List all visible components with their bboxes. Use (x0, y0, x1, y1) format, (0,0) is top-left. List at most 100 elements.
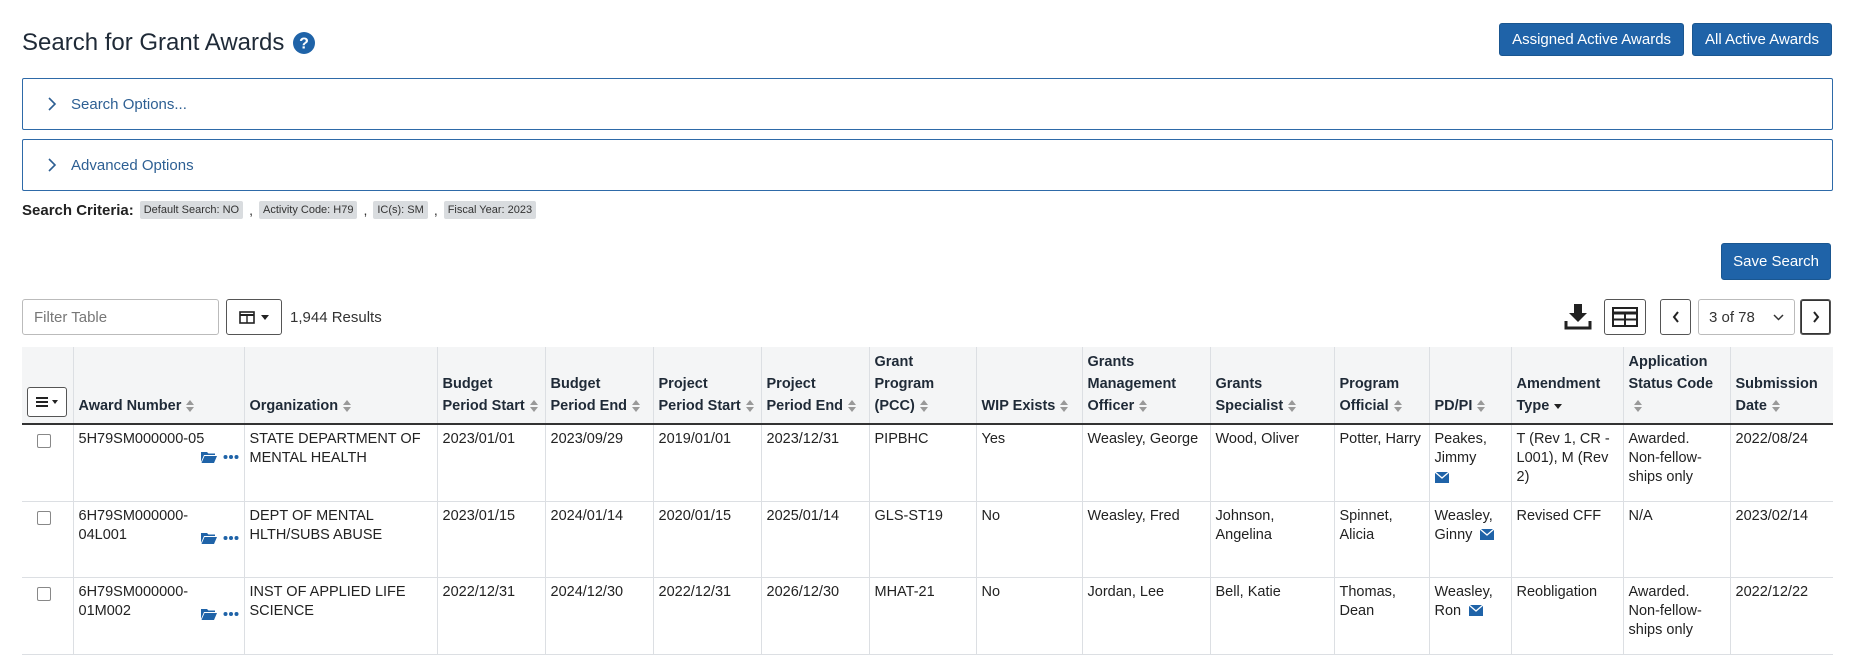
row-select-cell (22, 577, 74, 655)
organization-cell: STATE DEPARTMENT OF MENTAL HEALTH (244, 424, 438, 502)
folder-open-icon[interactable] (200, 607, 217, 621)
award-number: 5H79SM000000-05 (78, 431, 205, 447)
column-header[interactable]: Amendment Type (1511, 347, 1624, 425)
criteria-separator: , (433, 202, 438, 218)
row-menu-header (22, 347, 74, 425)
chevron-right-icon (1812, 311, 1819, 323)
column-header[interactable]: Grants Management Officer (1082, 347, 1211, 425)
table-header-row: Award Number Organization Budget Period … (22, 347, 1833, 425)
sort-desc-icon (1554, 404, 1563, 410)
ellipsis-icon[interactable] (223, 531, 239, 545)
question-circle-icon[interactable]: ? (292, 31, 316, 55)
grants-specialist-cell: Wood, Oliver (1210, 424, 1335, 502)
page-select[interactable]: 3 of 78 (1698, 299, 1795, 335)
column-view-dropdown[interactable] (226, 299, 282, 335)
amendment-type-cell: Reobligation (1511, 577, 1624, 655)
table-grid-icon (1612, 307, 1638, 327)
column-header[interactable]: Project Period Start (653, 347, 762, 425)
wip-exists-cell: No (976, 501, 1083, 578)
column-header[interactable]: Organization (244, 347, 438, 425)
column-header-label: WIP Exists (981, 398, 1056, 414)
program-official-cell: Spinnet, Alicia (1334, 501, 1430, 578)
caret-down-icon (261, 314, 269, 320)
envelope-icon[interactable] (1434, 471, 1449, 483)
column-header[interactable]: Grant Program (PCC) (869, 347, 977, 425)
folder-open-icon[interactable] (200, 531, 217, 545)
sort-icon (1060, 400, 1069, 413)
search-criteria-label: Search Criteria: (22, 201, 134, 219)
award-number-cell: 6H79SM000000-04L001 (73, 501, 245, 578)
row-checkbox[interactable] (37, 586, 51, 601)
envelope-icon[interactable] (1469, 605, 1484, 617)
project-period-start-cell: 2022/12/31 (653, 577, 762, 655)
sort-icon (919, 400, 928, 413)
previous-page-button[interactable] (1660, 299, 1691, 335)
budget-period-end-cell: 2023/09/29 (545, 424, 654, 502)
awards-table: Award Number Organization Budget Period … (22, 347, 1833, 655)
project-period-end-cell: 2023/12/31 (761, 424, 870, 502)
sort-icon (1771, 400, 1780, 413)
row-checkbox[interactable] (37, 510, 51, 525)
column-header[interactable]: WIP Exists (976, 347, 1083, 425)
column-header[interactable]: Program Official (1334, 347, 1430, 425)
ellipsis-icon[interactable] (223, 450, 239, 464)
column-header[interactable]: Application Status Code (1623, 347, 1731, 425)
column-header-label: Project Period Start (658, 376, 741, 414)
download-icon[interactable] (1563, 301, 1593, 331)
submission-date-cell: 2023/02/14 (1730, 501, 1833, 578)
criteria-chip: Default Search: NO (139, 201, 244, 219)
column-header[interactable]: PD/PI (1429, 347, 1512, 425)
table-layout-button[interactable] (1604, 299, 1646, 335)
sort-icon (1139, 400, 1148, 413)
pdpi-cell: Weasley, Ginny (1429, 501, 1512, 578)
program-official-cell: Thomas, Dean (1334, 577, 1430, 655)
project-period-end-cell: 2026/12/30 (761, 577, 870, 655)
sort-icon (745, 400, 754, 413)
column-header[interactable]: Budget Period End (545, 347, 654, 425)
grant-program-cell: GLS-ST19 (869, 501, 977, 578)
next-page-button[interactable] (1800, 299, 1831, 335)
folder-open-icon[interactable] (200, 450, 217, 464)
table-row: 6H79SM000000-01M002 INST OF APPLIED LIFE… (22, 577, 1833, 655)
column-header[interactable]: Award Number (73, 347, 245, 425)
award-number-wrap: 6H79SM000000-04L001 (79, 507, 239, 545)
column-header-label: Organization (249, 398, 339, 414)
sort-icon (1393, 400, 1402, 413)
award-number-cell: 5H79SM000000-05 (73, 424, 245, 502)
save-search-button[interactable]: Save Search (1721, 243, 1831, 280)
criteria-chip: Fiscal Year: 2023 (443, 201, 537, 219)
filter-table-input[interactable] (22, 299, 219, 335)
search-options-accordion[interactable]: Search Options... (22, 78, 1833, 130)
search-criteria: Search Criteria: Default Search: NO , Ac… (22, 201, 537, 219)
envelope-icon[interactable] (1480, 529, 1495, 541)
pdpi-name: Peakes, Jimmy (1434, 431, 1487, 466)
budget-period-start-cell: 2023/01/01 (437, 424, 546, 502)
row-actions-menu-button[interactable] (27, 387, 67, 417)
budget-period-start-cell: 2022/12/31 (437, 577, 546, 655)
row-checkbox[interactable] (37, 434, 51, 448)
hamburger-icon (36, 397, 48, 407)
column-header[interactable]: Project Period End (761, 347, 870, 425)
all-active-awards-button[interactable]: All Active Awards (1692, 23, 1832, 56)
column-header[interactable]: Grants Specialist (1210, 347, 1335, 425)
pdpi-cell: Peakes, Jimmy (1429, 424, 1512, 502)
column-header[interactable]: Budget Period Start (437, 347, 546, 425)
application-status-cell: Awarded. Non-fellow-ships only (1623, 424, 1731, 502)
criteria-separator: , (363, 202, 368, 218)
column-header-label: Program Official (1339, 376, 1400, 414)
results-count: 1,944 Results (290, 309, 382, 326)
column-header-label: Project Period End (766, 376, 844, 414)
ellipsis-icon[interactable] (223, 607, 239, 621)
row-actions (200, 607, 239, 621)
gmo-cell: Weasley, Fred (1082, 501, 1211, 578)
sort-icon (1633, 400, 1642, 413)
wip-exists-cell: No (976, 577, 1083, 655)
column-header[interactable]: Submission Date (1730, 347, 1833, 425)
project-period-end-cell: 2025/01/14 (761, 501, 870, 578)
assigned-active-awards-button[interactable]: Assigned Active Awards (1499, 23, 1685, 56)
chevron-right-icon (48, 97, 57, 111)
program-official-cell: Potter, Harry (1334, 424, 1430, 502)
advanced-options-accordion[interactable]: Advanced Options (22, 139, 1833, 191)
chevron-down-icon (1773, 313, 1784, 321)
table-row: 5H79SM000000-05 STATE DEPARTMENT OF MENT… (22, 424, 1833, 502)
